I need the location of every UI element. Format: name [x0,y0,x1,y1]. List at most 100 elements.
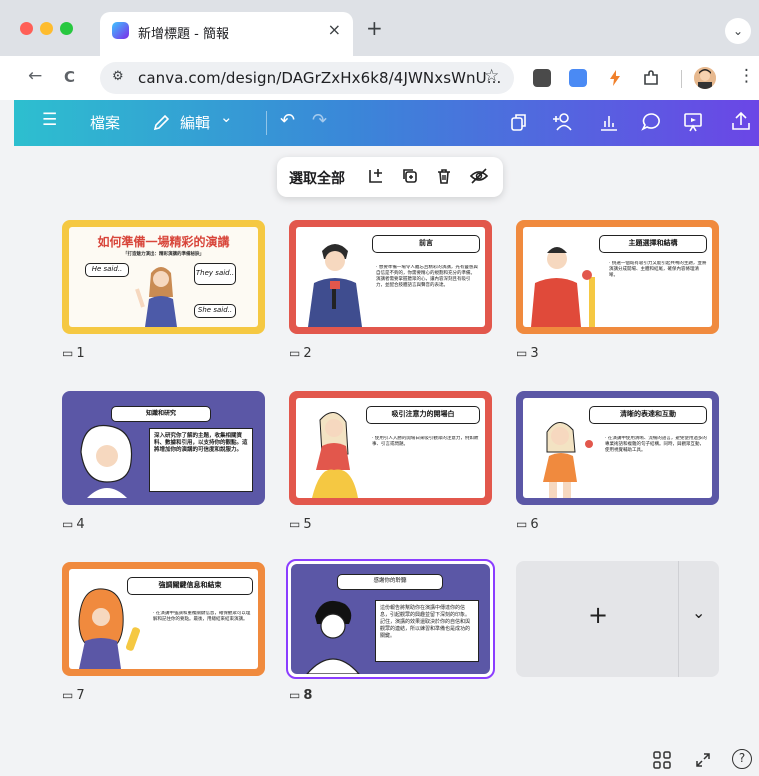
browser-window: 新增標題 - 簡報 × + ⌄ ← C ⚙ canva.com/design/D… [0,0,759,776]
slide-6-title: 清晰的表達和互動 [589,406,707,424]
hide-eye-icon[interactable] [469,167,489,185]
comment-icon[interactable] [640,111,662,133]
slide-1-woman-speaker [135,267,177,327]
slide-8-man-illustration [306,600,360,674]
zoom-window-button[interactable] [60,22,73,35]
grid-view-icon[interactable] [652,750,672,770]
slide-thumbnail-8-selected[interactable]: 感謝你的聆聽 這份報告將幫助你在演講中傳達你的信息，引起觀眾的興趣並留下深刻的印… [286,559,495,679]
slide-thumbnail-5[interactable]: 吸引注意力的開場白 ‧ 使用引人入勝的開場白來吸引觀眾的注意力，例如故事、引言或… [289,391,492,505]
slide-label-5: ▭ 5 [289,517,312,532]
add-page-icon[interactable] [367,167,385,185]
editor-toolbar: ☰ 檔案 編輯 ⌄ ↶ ↷ [14,100,759,146]
puzzle-extensions-icon[interactable] [642,69,660,87]
close-window-button[interactable] [20,22,33,35]
presentation-icon: ▭ [62,346,74,360]
add-page-tile: + ⌄ [516,561,719,677]
tab-active[interactable]: 新增標題 - 簡報 × [100,12,353,56]
extension-grid-icon[interactable] [533,69,551,87]
presentation-icon: ▭ [289,346,301,360]
slide-label-7: ▭ 7 [62,688,85,703]
copy-icon[interactable] [508,111,530,133]
slide-2-man-speaker [308,244,362,327]
slide-7-body: ‧ 在演講中強調和重複關鍵信息，確保觀眾可以理解和記住你的要點。最後，用總結來結… [153,611,251,622]
tab-strip: 新增標題 - 簡報 × + ⌄ [0,0,759,56]
tab-title: 新增標題 - 簡報 [138,27,229,42]
lightning-extension-icon[interactable] [606,69,624,87]
slide-8-body: 這份報告將幫助你在演講中傳達你的信息，引起觀眾的興趣並留下深刻的印象。記住，演講… [375,600,479,662]
redo-button[interactable]: ↷ [312,110,327,131]
slide-label-6: ▭ 6 [516,517,539,532]
slide-4-woman-illustration [80,424,133,498]
reload-button[interactable]: C [64,68,75,86]
presentation-icon: ▭ [62,517,74,531]
slide-label-2: ▭ 2 [289,346,312,361]
add-people-icon[interactable] [550,110,576,134]
main-menu-icon[interactable]: ☰ [42,110,57,130]
selection-toolbar: 選取全部 [277,157,503,197]
slide-label-8: ▭ 8 [289,688,313,703]
select-all-button[interactable]: 選取全部 [289,168,345,188]
browser-menu-button[interactable]: ⋮ [738,66,755,86]
slide-3-body: ‧ 挑選一個既有吸引力又能引起共鳴的主題，並將演講分成開場、主體和結尾，確保內容… [609,261,707,278]
slide-thumbnail-6[interactable]: 清晰的表達和互動 ‧ 在演講中使用清晰、流暢的語言，避免使用過多的專業術語和複雜… [516,391,719,505]
edit-chevron-down-icon[interactable]: ⌄ [220,108,233,126]
fullscreen-expand-icon[interactable] [694,751,712,769]
presentation-icon: ▭ [289,517,301,531]
slide-2-title: 前言 [372,235,480,253]
slide-1-subtitle: 「打造魅力演出：精彩演講的準備秘訣」 [123,252,204,257]
add-page-button[interactable]: + [588,601,608,629]
help-button[interactable]: ? [732,749,752,769]
undo-button[interactable]: ↶ [280,110,295,131]
tab-search-button[interactable]: ⌄ [725,18,751,44]
slide-5-woman-speaker [312,412,358,498]
tab-close-button[interactable]: × [328,20,341,39]
slide-4-title: 知識和研究 [111,406,211,422]
edit-menu[interactable]: 編輯 [180,112,210,133]
share-upload-icon[interactable] [730,110,752,132]
presentation-icon: ▭ [289,688,301,702]
slide-1-title: 如何準備一場精彩的演講 [97,235,230,249]
presentation-icon: ▭ [62,688,74,702]
slide-1-bubble-she: She said.. [194,304,236,318]
omnibox[interactable]: ⚙ canva.com/design/DAGrZxHx6k8/4JWNxsWnU… [100,62,514,94]
slide-1-bubble-he: He said.. [85,263,129,277]
slide-thumbnail-4[interactable]: 知識和研究 深入研究你了解的主題，收集相關資料、數據和引用，以支持你的觀點。這將… [62,391,265,505]
pen-icon [153,114,170,131]
slide-3-title: 主題選擇和結構 [599,235,707,253]
translate-extension-icon[interactable] [569,69,587,87]
address-bar: ← C ⚙ canva.com/design/DAGrZxHx6k8/4JWNx… [0,56,759,100]
slide-thumbnail-2[interactable]: 前言 ‧ 想要準備一場令人難忘且精彩的演講，光有靈感與自信是不夠的，你需要精心的… [289,220,492,334]
slide-thumbnail-1[interactable]: 如何準備一場精彩的演講 「打造魅力演出：精彩演講的準備秘訣」 He said..… [62,220,265,334]
back-button[interactable]: ← [28,66,42,86]
add-page-options-chevron-icon[interactable]: ⌄ [692,603,705,622]
slide-4-body: 深入研究你了解的主題，收集相關資料、數據和引用，以支持你的觀點。這將增加你的演講… [149,428,253,492]
slide-6-woman-speaker [543,422,593,498]
insights-chart-icon[interactable] [598,111,620,133]
slide-5-title: 吸引注意力的開場白 [366,406,480,424]
present-icon[interactable] [682,111,704,133]
profile-avatar[interactable] [694,67,716,89]
file-menu[interactable]: 檔案 [90,112,120,133]
slide-thumbnail-3[interactable]: 主題選擇和結構 ‧ 挑選一個既有吸引力又能引起共鳴的主題，並將演講分成開場、主體… [516,220,719,334]
site-settings-icon[interactable]: ⚙ [112,69,124,84]
slide-5-body: ‧ 使用引人入勝的開場白來吸引觀眾的注意力，例如故事、引言或問題。 [372,436,479,447]
slide-6-body: ‧ 在演講中使用清晰、流暢的語言，避免使用過多的專業術語和複雜的句子結構。同時，… [605,436,707,453]
slide-3-man-speaker [531,247,595,327]
slide-label-1: ▭ 1 [62,346,85,361]
url-text[interactable]: canva.com/design/DAGrZxHx6k8/4JWNxsWnU..… [138,69,501,87]
duplicate-page-icon[interactable] [401,167,419,185]
presentation-icon: ▭ [516,346,528,360]
slide-7-woman-speaker [78,588,141,669]
slide-label-3: ▭ 3 [516,346,539,361]
slide-8-title: 感謝你的聆聽 [337,574,443,590]
new-tab-button[interactable]: + [366,16,383,40]
minimize-window-button[interactable] [40,22,53,35]
slide-label-4: ▭ 4 [62,517,85,532]
slide-thumbnail-7[interactable]: 強調關鍵信息和結束 ‧ 在演講中強調和重複關鍵信息，確保觀眾可以理解和記住你的要… [62,562,265,676]
trash-icon[interactable] [435,167,453,185]
canva-favicon-icon [112,22,129,39]
bookmark-star-icon[interactable]: ☆ [484,66,499,86]
slide-1-bubble-they: They said.. [194,263,236,285]
presentation-icon: ▭ [516,517,528,531]
slide-2-body: ‧ 想要準備一場令人難忘且精彩的演講，光有靈感與自信是不夠的，你需要精心的規劃和… [376,265,478,288]
